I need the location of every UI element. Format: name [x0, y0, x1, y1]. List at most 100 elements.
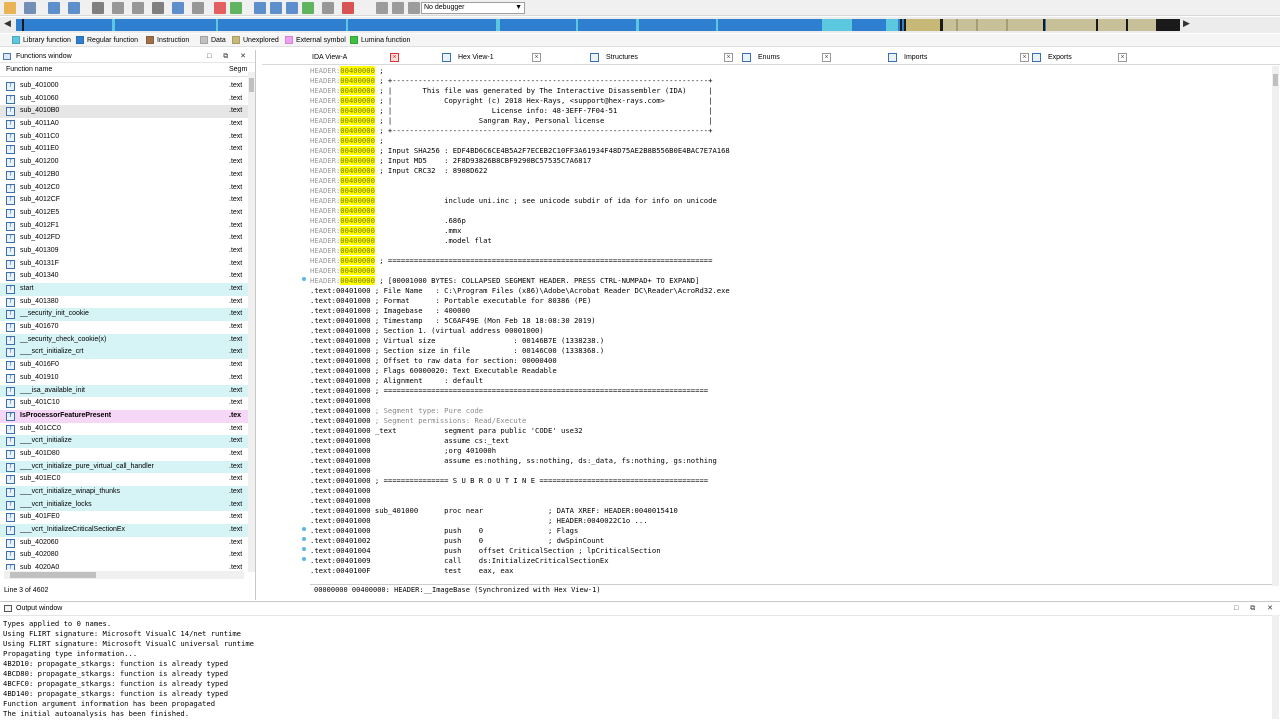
code-line[interactable]: .text:00401000 ; Alignment : default	[310, 376, 1272, 386]
function-row[interactable]: f sub_401060 .text	[0, 93, 248, 106]
tab-structures[interactable]: Structures ×	[590, 52, 733, 64]
function-row[interactable]: f sub_401FE0 .text	[0, 511, 248, 524]
code-line[interactable]: .text:00401000 ; Imagebase : 400000	[310, 306, 1272, 316]
function-row[interactable]: f sub_4012E5 .text	[0, 207, 248, 220]
code-line[interactable]: .text:00401000	[310, 496, 1272, 506]
functions-horizontal-scrollbar[interactable]	[4, 571, 244, 579]
code-line[interactable]: HEADER:00400000	[310, 206, 1272, 216]
jump-icon[interactable]	[152, 2, 164, 14]
breakpoint-dot-icon[interactable]	[302, 547, 306, 551]
code-line[interactable]: .text:00401000	[310, 486, 1272, 496]
function-row[interactable]: f sub_4012B0 .text	[0, 169, 248, 182]
function-row[interactable]: f sub_401EC0 .text	[0, 473, 248, 486]
close-icon[interactable]: ×	[1020, 53, 1029, 62]
close-icon[interactable]: ×	[724, 53, 733, 62]
function-row[interactable]: f sub_401C10 .text	[0, 397, 248, 410]
code-line[interactable]: .text:00401000 ; Virtual size : 00146B7E…	[310, 336, 1272, 346]
hex-icon[interactable]	[112, 2, 124, 14]
graph2-icon[interactable]	[270, 2, 282, 14]
code-line[interactable]: .text:00401000 ; =============== S U B R…	[310, 476, 1272, 486]
function-row[interactable]: f sub_401309 .text	[0, 245, 248, 258]
back-arrow-icon[interactable]	[48, 2, 60, 14]
function-row[interactable]: f ___vcrt_initialize_locks .text	[0, 498, 248, 512]
pause-icon[interactable]	[392, 2, 404, 14]
function-row[interactable]: f sub_401340 .text	[0, 270, 248, 283]
function-row[interactable]: f IsProcessorFeaturePresent .tex	[0, 409, 248, 423]
breakpoint-dot-icon[interactable]	[302, 557, 306, 561]
graph-icon[interactable]	[254, 2, 266, 14]
breakpoint-dot-icon[interactable]	[302, 527, 306, 531]
code-line[interactable]: .text:00401000 _text segment para public…	[310, 426, 1272, 436]
function-row[interactable]: f start .text	[0, 283, 248, 296]
stop-red-icon[interactable]	[342, 2, 354, 14]
disassembly-view[interactable]: HEADER:00400000 ; HEADER:00400000 ; +----…	[310, 66, 1272, 580]
code-line[interactable]: .text:00401004 push offset CriticalSecti…	[310, 546, 1272, 556]
code-line[interactable]: .text:00401000 sub_401000 proc near ; DA…	[310, 506, 1272, 516]
function-row[interactable]: f sub_4016F0 .text	[0, 359, 248, 372]
debugger-select[interactable]: No debugger ▼	[421, 2, 525, 14]
code-line[interactable]: .text:00401000 ; Timestamp : 5C6AF49E (M…	[310, 316, 1272, 326]
bookmark-icon[interactable]	[132, 2, 144, 14]
stop-icon[interactable]	[408, 2, 420, 14]
function-row[interactable]: f __security_init_cookie .text	[0, 308, 248, 322]
code-line[interactable]: HEADER:00400000	[310, 246, 1272, 256]
function-row[interactable]: f sub_4012FD .text	[0, 232, 248, 245]
code-line[interactable]: HEADER:00400000 ; | Copyright (c) 2018 H…	[310, 96, 1272, 106]
code-line[interactable]: .text:00401000 ; Offset to raw data for …	[310, 356, 1272, 366]
tab-enums[interactable]: Enums ×	[742, 52, 831, 64]
tab-exports[interactable]: Exports ×	[1032, 52, 1127, 64]
functions-vertical-scrollbar[interactable]	[248, 72, 255, 572]
code-line[interactable]: HEADER:00400000 ;	[310, 136, 1272, 146]
column-function-name[interactable]: Function name	[6, 66, 52, 73]
function-row[interactable]: f sub_4020A0 .text	[0, 562, 248, 570]
code-line[interactable]: HEADER:00400000 .mmx	[310, 226, 1272, 236]
output-panel-controls[interactable]: □ ⧉ ✕	[1234, 602, 1278, 616]
code-line[interactable]: .text:00401002 push 0 ; dwSpinCount	[310, 536, 1272, 546]
disassembly-vertical-scrollbar[interactable]	[1272, 66, 1279, 586]
code-line[interactable]: HEADER:00400000 ; | Sangram Ray, Persona…	[310, 116, 1272, 126]
function-row[interactable]: f sub_4011E0 .text	[0, 143, 248, 156]
function-row[interactable]: f sub_401670 .text	[0, 321, 248, 334]
breakpoint-dot-icon[interactable]	[302, 537, 306, 541]
code-line[interactable]: .text:00401000 assume cs:_text	[310, 436, 1272, 446]
save-icon[interactable]	[24, 2, 36, 14]
function-row[interactable]: f ___vcrt_initialize .text	[0, 435, 248, 448]
code-line[interactable]: .text:00401000 push 0 ; Flags	[310, 526, 1272, 536]
function-row[interactable]: f sub_4012C0 .text	[0, 182, 248, 195]
warning-icon[interactable]	[214, 2, 226, 14]
run-green-icon[interactable]	[230, 2, 242, 14]
code-line[interactable]: HEADER:00400000 ; Input CRC32 : 8908D622	[310, 166, 1272, 176]
navigation-overview-bar[interactable]	[16, 19, 1180, 31]
code-line[interactable]: HEADER:00400000	[310, 176, 1272, 186]
code-line[interactable]: .text:00401000 ; Section size in file : …	[310, 346, 1272, 356]
function-row[interactable]: f sub_401CC0 .text	[0, 423, 248, 436]
struct-icon[interactable]	[302, 2, 314, 14]
code-line[interactable]: HEADER:00400000 ; | This file was genera…	[310, 86, 1272, 96]
function-row[interactable]: f sub_401380 .text	[0, 296, 248, 309]
panel-controls[interactable]: □ ⧉ ✕	[207, 50, 251, 63]
function-row[interactable]: f ___isa_available_init .text	[0, 384, 248, 398]
function-row[interactable]: f sub_401200 .text	[0, 156, 248, 169]
code-line[interactable]: HEADER:00400000 ; Input SHA256 : EDF4BD6…	[310, 146, 1272, 156]
function-row[interactable]: f sub_4010B0 .text	[0, 105, 248, 119]
function-row[interactable]: f sub_402080 .text	[0, 549, 248, 562]
function-row[interactable]: f ___vcrt_initialize_pure_virtual_call_ha…	[0, 460, 248, 474]
function-row[interactable]: f sub_4011C0 .text	[0, 131, 248, 144]
tab-imports[interactable]: Imports ×	[888, 52, 1029, 64]
forward-arrow-icon[interactable]	[68, 2, 80, 14]
code-line[interactable]: HEADER:00400000 include uni.inc ; see un…	[310, 196, 1272, 206]
code-line[interactable]: .text:00401000 ; Format : Portable execu…	[310, 296, 1272, 306]
code-line[interactable]: .text:00401000 ; =======================…	[310, 386, 1272, 396]
play-icon[interactable]	[376, 2, 388, 14]
code-line[interactable]: HEADER:00400000 ;	[310, 66, 1272, 76]
patch-icon[interactable]	[192, 2, 204, 14]
close-icon[interactable]: ×	[1118, 53, 1127, 62]
plugin-icon[interactable]	[322, 2, 334, 14]
column-segment[interactable]: Segm	[229, 63, 247, 77]
code-line[interactable]: HEADER:00400000	[310, 186, 1272, 196]
search-icon[interactable]	[92, 2, 104, 14]
code-line[interactable]: .text:00401000 assume es:nothing, ss:not…	[310, 456, 1272, 466]
function-row[interactable]: f __security_check_cookie(x) .text	[0, 333, 248, 347]
code-line[interactable]: HEADER:00400000 ; +---------------------…	[310, 126, 1272, 136]
function-row[interactable]: f sub_401000 .text	[0, 80, 248, 93]
